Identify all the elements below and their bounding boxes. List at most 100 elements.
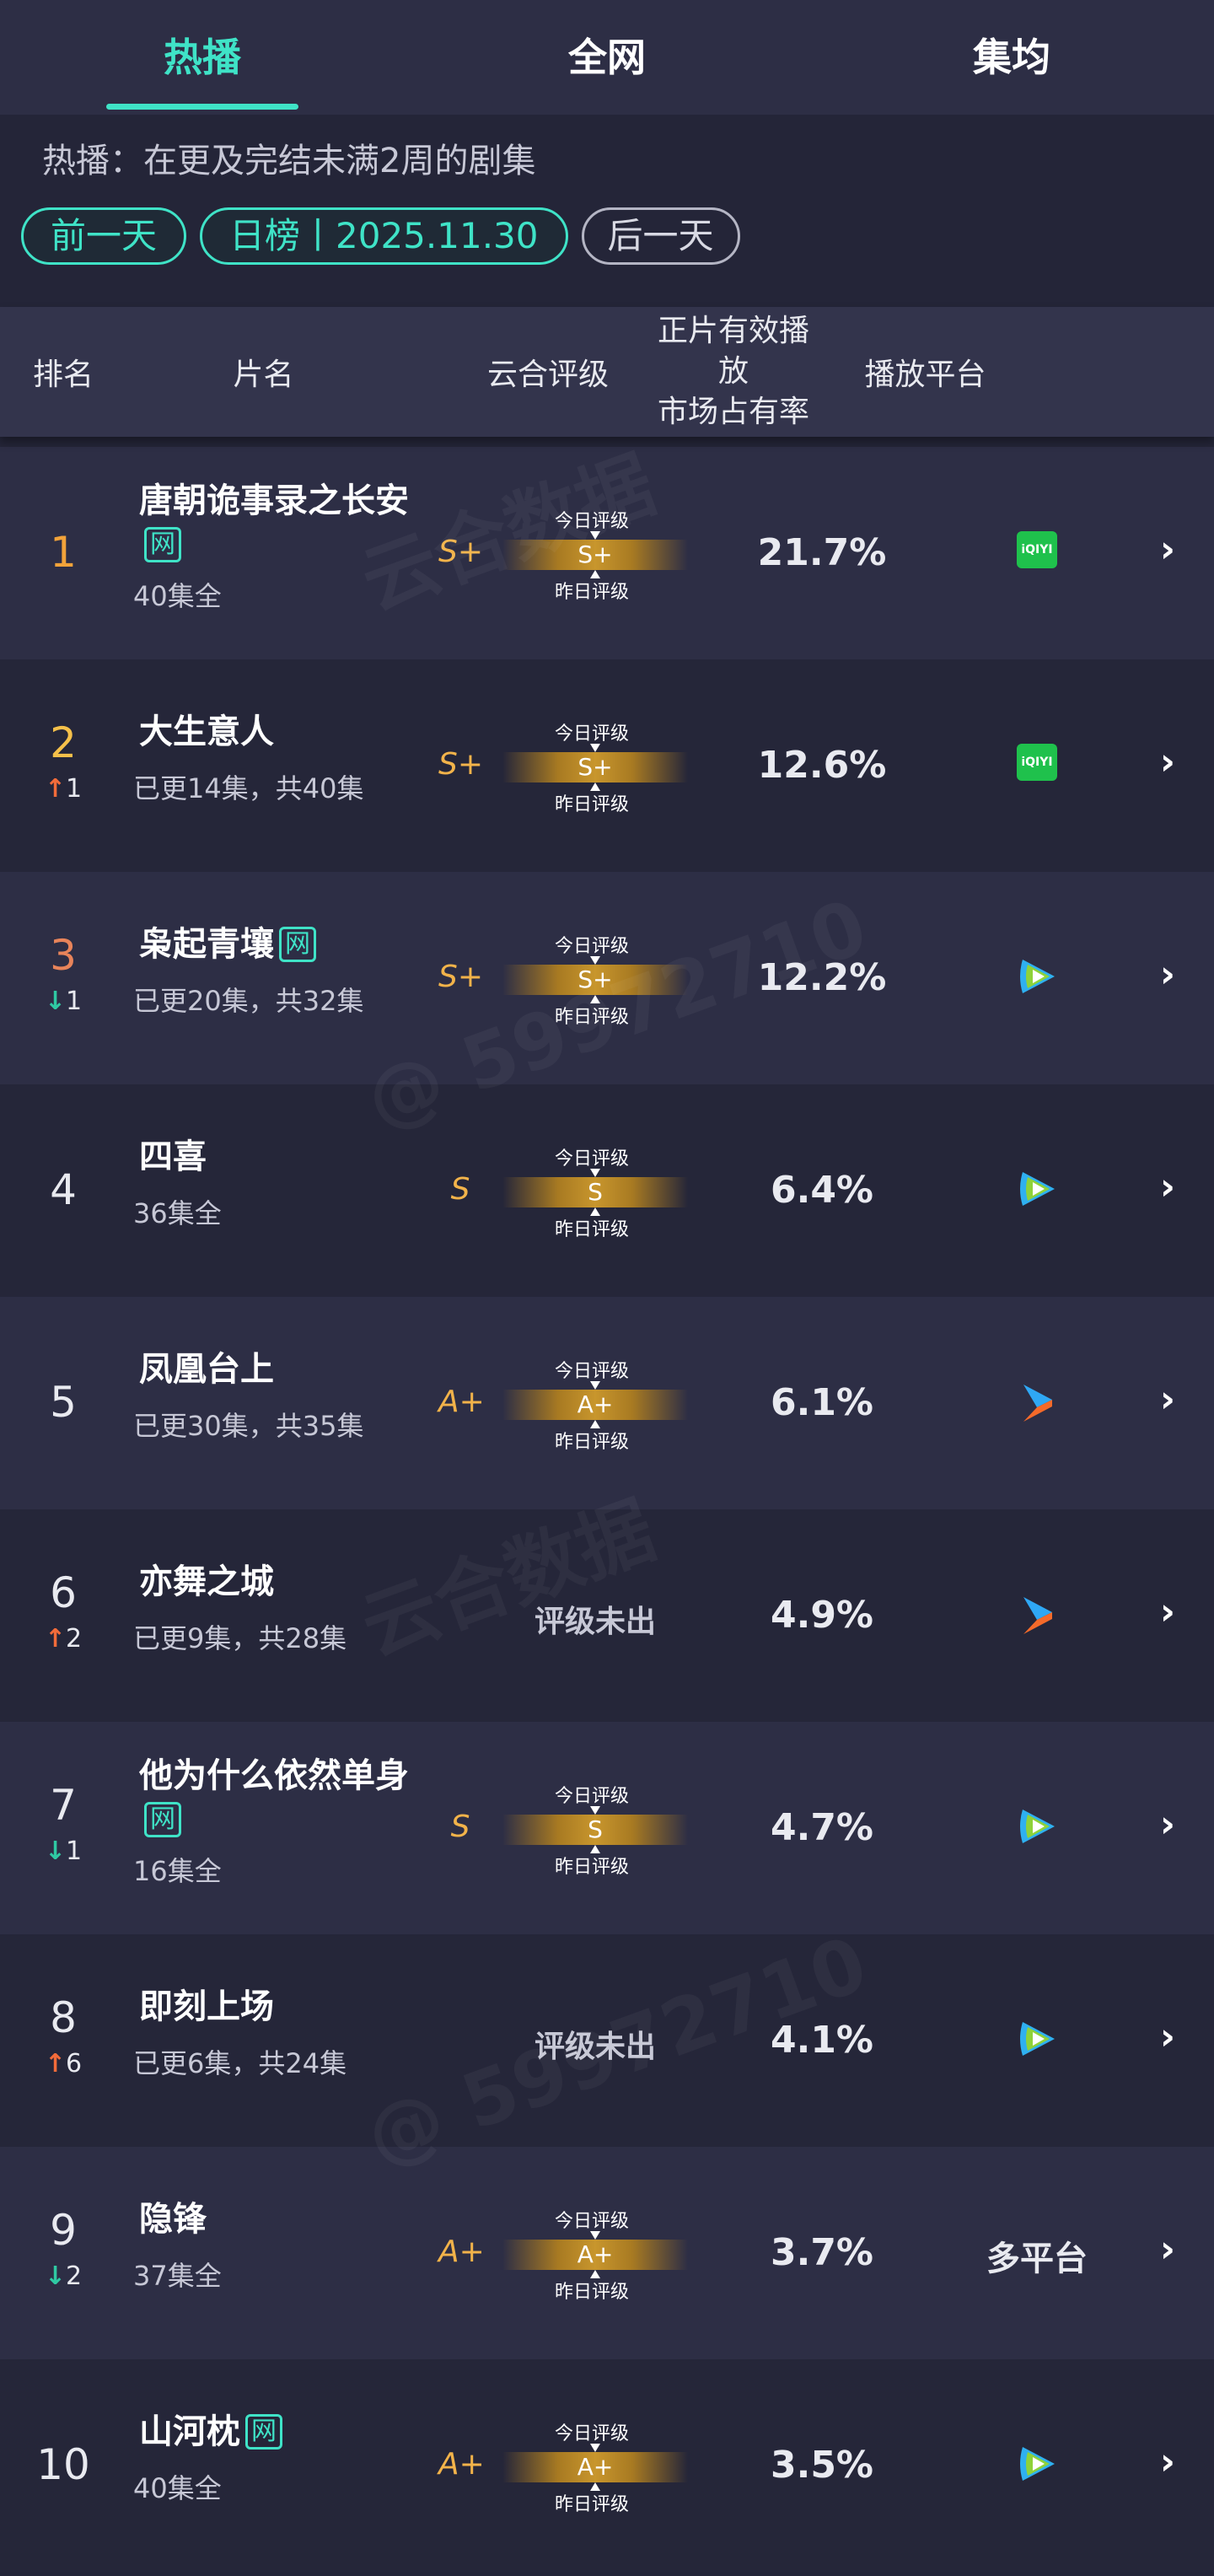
youku-icon — [1023, 1597, 1052, 1634]
arrow-up-icon: ↑ — [44, 1624, 67, 1654]
tencent-video-icon — [1020, 1810, 1055, 1843]
drama-title[interactable]: 唐朝诡事录之长安网 — [139, 479, 409, 567]
rating-indicator: 今日评级 S 昨日评级 — [502, 1781, 688, 1878]
rating-bar-grade: S+ — [577, 753, 613, 781]
yesterday-rating-label: 昨日评级 — [555, 2282, 630, 2303]
chevron-right-icon[interactable]: › — [1147, 2015, 1189, 2058]
rating-bar-grade: A+ — [577, 2240, 614, 2268]
chevron-right-icon[interactable]: › — [1147, 740, 1189, 783]
drama-title[interactable]: 隐锋 — [139, 2197, 409, 2241]
rating-bar-grade: A+ — [577, 2453, 614, 2481]
header-share: 正片有效播放 市场占有率 — [620, 311, 822, 433]
rating-indicator: 今日评级 S+ 昨日评级 — [502, 931, 688, 1028]
ranking-row[interactable]: 8 ↑6 即刻上场 已更6集，共24集 评级未出 4.1% › — [0, 1934, 1214, 2147]
tab-hot[interactable]: 热播 — [0, 0, 405, 115]
ranking-row[interactable]: 7 ↓1 他为什么依然单身网 16集全 S 今日评级 S 昨日评级 4.7% › — [0, 1722, 1214, 1934]
ranking-row[interactable]: 9 ↓2 隐锋 37集全 A+ 今日评级 A+ 昨日评级 3.7% 多平台 › — [0, 2147, 1214, 2359]
market-share: 3.7% — [770, 2231, 874, 2274]
rank-number: 5 — [50, 1378, 77, 1427]
platform — [953, 2019, 1121, 2062]
today-marker-icon — [590, 1806, 600, 1815]
yesterday-rating-label: 昨日评级 — [555, 1007, 630, 1028]
drama-title-text: 凤凰台上 — [139, 1350, 274, 1389]
rating-bar-grade: S — [588, 1815, 603, 1843]
web-drama-badge: 网 — [144, 1802, 181, 1837]
chevron-right-icon[interactable]: › — [1147, 2440, 1189, 2483]
current-date-button[interactable]: 日榜丨2025.11.30 — [200, 207, 568, 265]
market-share: 6.4% — [770, 1169, 874, 1212]
chevron-right-icon[interactable]: › — [1147, 1165, 1189, 1208]
ranking-row[interactable]: 5 凤凰台上 已更30集，共35集 A+ 今日评级 A+ 昨日评级 6.1% › — [0, 1297, 1214, 1509]
rank-change: ↓1 — [0, 987, 126, 1016]
drama-title[interactable]: 山河枕网 — [139, 2410, 409, 2454]
yesterday-rating-label: 昨日评级 — [555, 1857, 630, 1878]
rank-number: 9 — [50, 2206, 77, 2255]
ranking-row[interactable]: 1 唐朝诡事录之长安网 40集全 S+ 今日评级 S+ 昨日评级 21.7% iQIYI… — [0, 447, 1214, 659]
list-description: 热播：在更及完结未满2周的剧集 — [42, 142, 536, 180]
web-drama-badge: 网 — [144, 527, 181, 562]
iqiyi-icon: iQIYI — [1017, 531, 1057, 568]
rank-change: ↑1 — [0, 774, 126, 804]
drama-title[interactable]: 枭起青壤网 — [139, 922, 409, 966]
rating-bar-grade: A+ — [577, 1390, 614, 1418]
today-marker-icon — [590, 531, 600, 540]
yesterday-rating-label: 昨日评级 — [555, 1432, 630, 1453]
drama-title[interactable]: 即刻上场 — [139, 1985, 409, 2029]
ranking-row[interactable]: 3 ↓1 枭起青壤网已更20集，共32集 S+ 今日评级 S+ 昨日评级 12.2% › — [0, 872, 1214, 1084]
drama-title[interactable]: 凤凰台上 — [139, 1347, 409, 1391]
drama-title-text: 四喜 — [139, 1137, 207, 1176]
drama-title[interactable]: 四喜 — [139, 1135, 409, 1179]
chevron-right-icon[interactable]: › — [1147, 528, 1189, 571]
rating-indicator: 今日评级 A+ 昨日评级 — [502, 1356, 688, 1453]
today-marker-icon — [590, 1381, 600, 1390]
ranking-row[interactable]: 4 四喜 36集全 S 今日评级 S 昨日评级 6.4% › — [0, 1084, 1214, 1297]
header-share-line1: 正片有效播放 — [657, 314, 809, 389]
episode-status: 已更14集，共40集 — [133, 772, 364, 804]
tencent-video-icon — [1020, 2022, 1055, 2056]
chevron-right-icon[interactable]: › — [1147, 1803, 1189, 1846]
rank-change: ↑6 — [0, 2049, 126, 2079]
rank-number: 10 — [36, 2440, 90, 2489]
drama-title[interactable]: 大生意人 — [139, 710, 409, 754]
rating-indicator: 今日评级 A+ 昨日评级 — [502, 2418, 688, 2515]
chevron-right-icon[interactable]: › — [1147, 1378, 1189, 1421]
date-bar: 前一天 日榜丨2025.11.30 后一天 — [0, 207, 1214, 307]
ranking-row[interactable]: 6 ↑2 亦舞之城 已更9集，共28集 评级未出 4.9% › — [0, 1509, 1214, 1722]
rating-pending: 评级未出 — [534, 2030, 656, 2064]
market-share: 4.7% — [770, 1806, 874, 1849]
rating-indicator: 今日评级 S 昨日评级 — [502, 1143, 688, 1240]
arrow-down-icon: ↓ — [44, 2261, 67, 2291]
drama-title-text: 山河枕 — [139, 2412, 240, 2451]
today-rating-label: 今日评级 — [555, 1786, 630, 1807]
rank-change-value: 2 — [66, 1624, 83, 1654]
rank-change-value: 1 — [66, 1837, 83, 1866]
platform — [953, 1381, 1121, 1428]
chevron-right-icon[interactable]: › — [1147, 953, 1189, 996]
ranking-row[interactable]: 2 ↑1 大生意人 已更14集，共40集 S+ 今日评级 S+ 昨日评级 12.6% iQ… — [0, 659, 1214, 872]
platform — [953, 1169, 1121, 1213]
drama-title[interactable]: 亦舞之城 — [139, 1560, 409, 1604]
table-header: 排名 片名 云合评级 正片有效播放 市场占有率 播放平台 — [0, 307, 1214, 437]
prev-day-button[interactable]: 前一天 — [21, 207, 187, 265]
grade-yesterday: A+ — [438, 2235, 485, 2269]
ranking-row[interactable]: 10 山河枕网 40集全 A+ 今日评级 A+ 昨日评级 3.5% › — [0, 2359, 1214, 2572]
episode-status: 16集全 — [133, 1855, 222, 1887]
next-day-button[interactable]: 后一天 — [581, 207, 740, 265]
today-rating-label: 今日评级 — [555, 2211, 630, 2232]
drama-title-text: 大生意人 — [139, 713, 274, 751]
rank-change-value: 1 — [66, 774, 83, 804]
drama-title-text: 隐锋 — [139, 2200, 207, 2239]
grade-yesterday: S+ — [438, 747, 484, 782]
tab-per-episode[interactable]: 集均 — [809, 0, 1214, 115]
chevron-right-icon[interactable]: › — [1147, 2228, 1189, 2271]
market-share: 12.6% — [757, 744, 887, 787]
chevron-right-icon[interactable]: › — [1147, 1590, 1189, 1633]
rating-indicator: 今日评级 A+ 昨日评级 — [502, 2206, 688, 2303]
rank-number: 8 — [50, 1993, 77, 2042]
rank-change-value: 6 — [66, 2049, 83, 2079]
rating-indicator: 今日评级 S+ 昨日评级 — [502, 506, 688, 603]
top-tabs: 热播 全网 集均 — [0, 0, 1214, 115]
today-rating-label: 今日评级 — [555, 1148, 630, 1170]
tab-all-network[interactable]: 全网 — [405, 0, 809, 115]
drama-title[interactable]: 他为什么依然单身网 — [139, 1754, 409, 1842]
